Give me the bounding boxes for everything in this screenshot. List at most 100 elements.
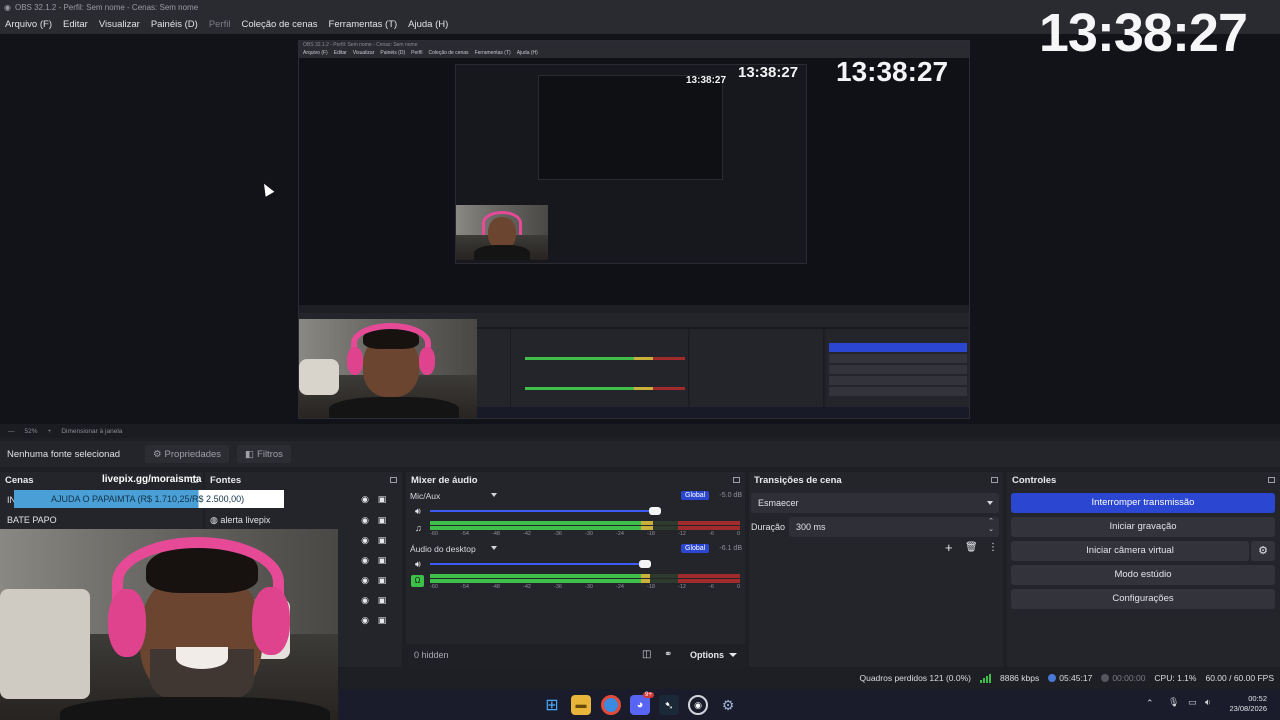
stream-time: 05:45:17 (1048, 673, 1092, 683)
stop-streaming-button[interactable]: Interromper transmissão (1011, 493, 1275, 513)
virtual-camera-settings-icon[interactable]: ⚙ (1251, 541, 1275, 561)
microphone-icon[interactable]: 🎙︎ (1168, 697, 1179, 708)
more-options-icon[interactable]: ⋮ (988, 542, 998, 553)
steam-icon[interactable]: ➷ (659, 695, 679, 715)
speaker-icon[interactable]: 🔊︎ (415, 559, 421, 570)
controls-dock: Controles Interromper transmissão Inicia… (1007, 472, 1280, 667)
lock-icon[interactable]: ▣ (377, 595, 387, 605)
mixer-popout-icon[interactable] (733, 477, 740, 483)
eye-icon[interactable]: ◉ (360, 575, 370, 585)
fps: 60.00 / 60.00 FPS (1205, 673, 1274, 683)
zoom-mode[interactable]: Dimensionar à janela (61, 428, 122, 435)
lock-icon[interactable]: ▣ (377, 615, 387, 625)
windows-start-icon[interactable]: ⊞ (542, 695, 562, 715)
mixer-track-mic: Mic/Aux Global -5.0 dB 🔊︎ ♫ -60 -54 -48 -42… (406, 491, 745, 545)
start-virtual-camera-button[interactable]: Iniciar câmera virtual (1011, 541, 1249, 561)
eye-icon[interactable]: ◉ (360, 535, 370, 545)
mixer-footer: 0 hidden ◫ ⚭ Options (406, 644, 745, 667)
menu-ferramentas[interactable]: Ferramentas (T) (329, 19, 398, 30)
trash-icon[interactable]: 🗑︎ (965, 542, 978, 553)
volume-icon[interactable]: 🔉︎ (1205, 697, 1211, 708)
lock-icon[interactable]: ▣ (377, 535, 387, 545)
nested-menu-item: Ajuda (H) (516, 50, 538, 56)
obs-taskbar-icon[interactable]: ◉ (688, 695, 708, 715)
level-meter (430, 579, 740, 583)
eye-icon[interactable]: ◉ (360, 555, 370, 565)
menu-colecao-cenas[interactable]: Coleção de cenas (241, 19, 317, 30)
discord-icon[interactable]: ◕ (630, 695, 650, 715)
window-title: OBS 32.1.2 - Perfil: Sem nome - Cenas: S… (14, 2, 199, 12)
add-transition-icon[interactable]: + (945, 540, 953, 555)
meter-tick-label: 0 (736, 531, 740, 537)
volume-slider-fill[interactable] (430, 563, 645, 565)
lock-icon[interactable]: ▣ (377, 555, 387, 565)
speaker-icon[interactable]: 🔊︎ (415, 506, 421, 517)
windows-taskbar: ⊞ ▬ ◕ 9+ ➷ ◉ ⚙ ⌃ 🎙︎ ▭ 🔉︎ 00:52 23/08/202… (339, 689, 1280, 720)
sources-popout-icon[interactable] (390, 477, 397, 483)
nested-canvas: 13:38:27 13:38:27 13:38:27 (299, 56, 969, 305)
track-name: Mic/Aux (410, 491, 441, 501)
monitor-off-icon[interactable]: ♫ (415, 523, 422, 533)
chevron-down-icon[interactable] (491, 546, 497, 550)
menu-perfil[interactable]: Perfil (209, 19, 231, 30)
zoom-minus-icon[interactable]: — (8, 428, 15, 435)
bitrate: 8886 kbps (1000, 673, 1040, 683)
chrome-icon[interactable] (601, 695, 621, 715)
clock[interactable]: 00:52 23/08/2026 (1229, 694, 1267, 714)
nested-webcam-small (456, 205, 548, 260)
level-meter (430, 574, 740, 578)
network-icon[interactable]: ▭ (1188, 697, 1197, 708)
eye-icon[interactable]: ◉ (360, 615, 370, 625)
transitions-popout-icon[interactable] (991, 477, 998, 483)
controls-popout-icon[interactable] (1268, 477, 1275, 483)
start-recording-button[interactable]: Iniciar gravação (1011, 517, 1275, 537)
options-button[interactable]: Options (690, 650, 724, 660)
studio-mode-button[interactable]: Modo estúdio (1011, 565, 1275, 585)
alert-progress-text: AJUDA O PAPAIMTA (R$ 1.710,25/R$ 2.500,0… (51, 494, 245, 504)
zoom-strip: — 52% + Dimensionar à janela (0, 424, 1280, 438)
layout-icon[interactable]: ◫ (642, 649, 651, 660)
transitions-title: Transições de cena (754, 474, 842, 486)
meter-tick-label: 0 (736, 584, 740, 590)
nested-clock: 13:38:27 (738, 64, 799, 81)
zoom-plus-icon[interactable]: + (48, 428, 52, 435)
duration-input[interactable]: 300 ms ⌃ ⌄ (789, 517, 999, 537)
filters-button[interactable]: ◧ Filtros (237, 445, 291, 463)
transition-select[interactable]: Esmaecer (751, 493, 999, 513)
menu-ajuda[interactable]: Ajuda (H) (408, 19, 448, 30)
eye-icon[interactable]: ◉ (360, 494, 370, 504)
lock-icon[interactable]: ▣ (377, 494, 387, 504)
meter-tick-label: -42 (523, 531, 531, 537)
settings-taskbar-icon[interactable]: ⚙ (718, 695, 738, 715)
volume-slider-fill[interactable] (430, 510, 655, 512)
file-explorer-icon[interactable]: ▬ (571, 695, 591, 715)
volume-slider-knob[interactable] (649, 507, 661, 515)
menu-editar[interactable]: Editar (63, 19, 88, 30)
chevron-down-icon[interactable] (729, 653, 737, 657)
chevron-up-icon[interactable]: ⌃ (1146, 698, 1154, 709)
nested-menu-item: Visualizar (352, 50, 375, 56)
headphones-icon[interactable]: Ω (411, 575, 424, 587)
chevron-down-icon[interactable] (491, 493, 497, 497)
meter-tick-label: -54 (461, 531, 469, 537)
notification-badge: 9+ (643, 692, 654, 698)
eye-icon[interactable]: ◉ (360, 595, 370, 605)
spinner-arrows-icon[interactable]: ⌃ ⌄ (988, 518, 994, 534)
eye-icon[interactable]: ◉ (360, 515, 370, 525)
scene-item[interactable]: BATE PAPO (7, 515, 57, 525)
settings-button[interactable]: Configurações (1011, 589, 1275, 609)
properties-button[interactable]: ⚙ Propriedades (145, 445, 230, 463)
level-meter (430, 526, 740, 530)
menu-paineis[interactable]: Painéis (D) (151, 19, 198, 30)
lock-icon[interactable]: ▣ (377, 575, 387, 585)
link-icon[interactable]: ⚭ (664, 649, 672, 660)
menu-visualizar[interactable]: Visualizar (99, 19, 140, 30)
cpu-usage: CPU: 1.1% (1154, 673, 1197, 683)
source-item[interactable]: ◍ alerta livepix (210, 515, 270, 526)
menu-arquivo[interactable]: Arquivo (F) (5, 19, 52, 30)
nested-transitions-dock (690, 329, 824, 407)
properties-label: Propriedades (164, 448, 222, 460)
lock-icon[interactable]: ▣ (377, 515, 387, 525)
meter-tick-label: -24 (616, 584, 624, 590)
volume-slider-knob[interactable] (639, 560, 651, 568)
